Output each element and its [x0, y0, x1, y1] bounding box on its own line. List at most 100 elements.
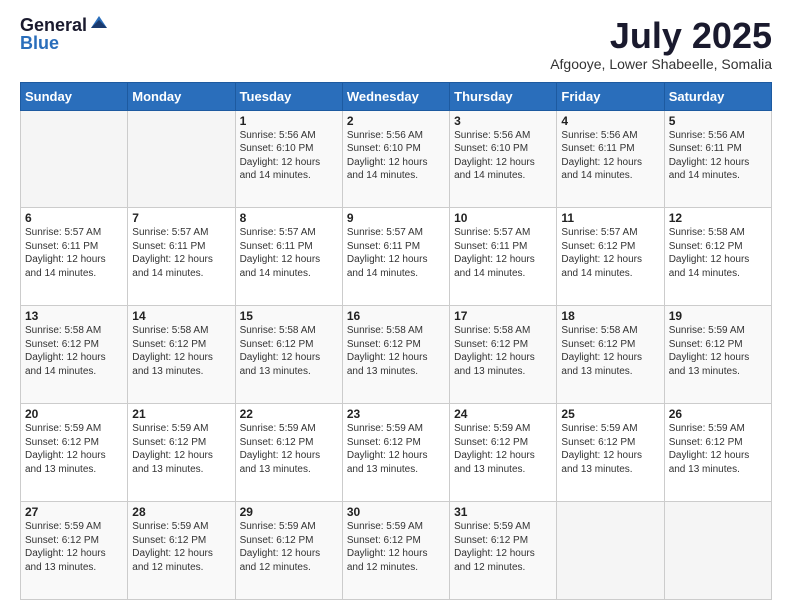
- table-row: 5Sunrise: 5:56 AM Sunset: 6:11 PM Daylig…: [664, 110, 771, 208]
- day-info: Sunrise: 5:57 AM Sunset: 6:11 PM Dayligh…: [25, 226, 123, 280]
- table-row: 7Sunrise: 5:57 AM Sunset: 6:11 PM Daylig…: [128, 208, 235, 306]
- day-info: Sunrise: 5:59 AM Sunset: 6:12 PM Dayligh…: [347, 520, 445, 574]
- day-info: Sunrise: 5:56 AM Sunset: 6:11 PM Dayligh…: [669, 129, 767, 183]
- table-row: 1Sunrise: 5:56 AM Sunset: 6:10 PM Daylig…: [235, 110, 342, 208]
- logo-general-text: General: [20, 16, 87, 34]
- header-friday: Friday: [557, 82, 664, 110]
- table-row: 26Sunrise: 5:59 AM Sunset: 6:12 PM Dayli…: [664, 404, 771, 502]
- day-number: 12: [669, 211, 767, 225]
- day-info: Sunrise: 5:59 AM Sunset: 6:12 PM Dayligh…: [454, 422, 552, 476]
- day-number: 18: [561, 309, 659, 323]
- day-number: 24: [454, 407, 552, 421]
- day-info: Sunrise: 5:59 AM Sunset: 6:12 PM Dayligh…: [561, 422, 659, 476]
- table-row: 23Sunrise: 5:59 AM Sunset: 6:12 PM Dayli…: [342, 404, 449, 502]
- day-number: 26: [669, 407, 767, 421]
- table-row: 16Sunrise: 5:58 AM Sunset: 6:12 PM Dayli…: [342, 306, 449, 404]
- table-row: 12Sunrise: 5:58 AM Sunset: 6:12 PM Dayli…: [664, 208, 771, 306]
- day-number: 19: [669, 309, 767, 323]
- day-number: 11: [561, 211, 659, 225]
- day-info: Sunrise: 5:56 AM Sunset: 6:11 PM Dayligh…: [561, 129, 659, 183]
- day-info: Sunrise: 5:58 AM Sunset: 6:12 PM Dayligh…: [561, 324, 659, 378]
- table-row: 9Sunrise: 5:57 AM Sunset: 6:11 PM Daylig…: [342, 208, 449, 306]
- table-row: 13Sunrise: 5:58 AM Sunset: 6:12 PM Dayli…: [21, 306, 128, 404]
- day-info: Sunrise: 5:56 AM Sunset: 6:10 PM Dayligh…: [347, 129, 445, 183]
- day-number: 13: [25, 309, 123, 323]
- day-info: Sunrise: 5:57 AM Sunset: 6:11 PM Dayligh…: [132, 226, 230, 280]
- calendar-week-row: 27Sunrise: 5:59 AM Sunset: 6:12 PM Dayli…: [21, 502, 772, 600]
- location: Afgooye, Lower Shabeelle, Somalia: [550, 56, 772, 72]
- calendar-header-row: Sunday Monday Tuesday Wednesday Thursday…: [21, 82, 772, 110]
- header-thursday: Thursday: [450, 82, 557, 110]
- header-sunday: Sunday: [21, 82, 128, 110]
- logo-blue-text: Blue: [20, 34, 87, 52]
- table-row: 3Sunrise: 5:56 AM Sunset: 6:10 PM Daylig…: [450, 110, 557, 208]
- table-row: 4Sunrise: 5:56 AM Sunset: 6:11 PM Daylig…: [557, 110, 664, 208]
- calendar-week-row: 20Sunrise: 5:59 AM Sunset: 6:12 PM Dayli…: [21, 404, 772, 502]
- table-row: 24Sunrise: 5:59 AM Sunset: 6:12 PM Dayli…: [450, 404, 557, 502]
- header: General Blue July 2025 Afgooye, Lower Sh…: [20, 16, 772, 72]
- header-tuesday: Tuesday: [235, 82, 342, 110]
- day-number: 22: [240, 407, 338, 421]
- day-info: Sunrise: 5:57 AM Sunset: 6:11 PM Dayligh…: [240, 226, 338, 280]
- day-number: 23: [347, 407, 445, 421]
- day-number: 15: [240, 309, 338, 323]
- day-number: 21: [132, 407, 230, 421]
- table-row: 28Sunrise: 5:59 AM Sunset: 6:12 PM Dayli…: [128, 502, 235, 600]
- day-number: 25: [561, 407, 659, 421]
- day-number: 8: [240, 211, 338, 225]
- table-row: 10Sunrise: 5:57 AM Sunset: 6:11 PM Dayli…: [450, 208, 557, 306]
- day-info: Sunrise: 5:59 AM Sunset: 6:12 PM Dayligh…: [132, 422, 230, 476]
- table-row: 29Sunrise: 5:59 AM Sunset: 6:12 PM Dayli…: [235, 502, 342, 600]
- day-info: Sunrise: 5:58 AM Sunset: 6:12 PM Dayligh…: [132, 324, 230, 378]
- table-row: 6Sunrise: 5:57 AM Sunset: 6:11 PM Daylig…: [21, 208, 128, 306]
- day-info: Sunrise: 5:58 AM Sunset: 6:12 PM Dayligh…: [240, 324, 338, 378]
- day-info: Sunrise: 5:57 AM Sunset: 6:11 PM Dayligh…: [347, 226, 445, 280]
- calendar-week-row: 6Sunrise: 5:57 AM Sunset: 6:11 PM Daylig…: [21, 208, 772, 306]
- day-info: Sunrise: 5:59 AM Sunset: 6:12 PM Dayligh…: [25, 422, 123, 476]
- day-number: 29: [240, 505, 338, 519]
- day-info: Sunrise: 5:56 AM Sunset: 6:10 PM Dayligh…: [454, 129, 552, 183]
- day-info: Sunrise: 5:58 AM Sunset: 6:12 PM Dayligh…: [669, 226, 767, 280]
- day-info: Sunrise: 5:59 AM Sunset: 6:12 PM Dayligh…: [25, 520, 123, 574]
- day-info: Sunrise: 5:58 AM Sunset: 6:12 PM Dayligh…: [25, 324, 123, 378]
- table-row: [21, 110, 128, 208]
- header-saturday: Saturday: [664, 82, 771, 110]
- logo-icon: [89, 14, 109, 34]
- day-number: 17: [454, 309, 552, 323]
- month-title: July 2025: [550, 16, 772, 56]
- day-number: 2: [347, 114, 445, 128]
- day-info: Sunrise: 5:59 AM Sunset: 6:12 PM Dayligh…: [240, 422, 338, 476]
- table-row: 14Sunrise: 5:58 AM Sunset: 6:12 PM Dayli…: [128, 306, 235, 404]
- day-info: Sunrise: 5:58 AM Sunset: 6:12 PM Dayligh…: [347, 324, 445, 378]
- day-info: Sunrise: 5:59 AM Sunset: 6:12 PM Dayligh…: [347, 422, 445, 476]
- day-info: Sunrise: 5:59 AM Sunset: 6:12 PM Dayligh…: [132, 520, 230, 574]
- table-row: 22Sunrise: 5:59 AM Sunset: 6:12 PM Dayli…: [235, 404, 342, 502]
- day-info: Sunrise: 5:57 AM Sunset: 6:11 PM Dayligh…: [454, 226, 552, 280]
- day-info: Sunrise: 5:56 AM Sunset: 6:10 PM Dayligh…: [240, 129, 338, 183]
- calendar-week-row: 1Sunrise: 5:56 AM Sunset: 6:10 PM Daylig…: [21, 110, 772, 208]
- table-row: 25Sunrise: 5:59 AM Sunset: 6:12 PM Dayli…: [557, 404, 664, 502]
- table-row: [664, 502, 771, 600]
- day-info: Sunrise: 5:58 AM Sunset: 6:12 PM Dayligh…: [454, 324, 552, 378]
- day-number: 20: [25, 407, 123, 421]
- day-info: Sunrise: 5:59 AM Sunset: 6:12 PM Dayligh…: [454, 520, 552, 574]
- day-info: Sunrise: 5:57 AM Sunset: 6:12 PM Dayligh…: [561, 226, 659, 280]
- header-monday: Monday: [128, 82, 235, 110]
- table-row: 11Sunrise: 5:57 AM Sunset: 6:12 PM Dayli…: [557, 208, 664, 306]
- day-number: 1: [240, 114, 338, 128]
- day-number: 16: [347, 309, 445, 323]
- table-row: 18Sunrise: 5:58 AM Sunset: 6:12 PM Dayli…: [557, 306, 664, 404]
- table-row: [128, 110, 235, 208]
- day-number: 9: [347, 211, 445, 225]
- table-row: 8Sunrise: 5:57 AM Sunset: 6:11 PM Daylig…: [235, 208, 342, 306]
- day-number: 14: [132, 309, 230, 323]
- table-row: 2Sunrise: 5:56 AM Sunset: 6:10 PM Daylig…: [342, 110, 449, 208]
- day-number: 10: [454, 211, 552, 225]
- table-row: 19Sunrise: 5:59 AM Sunset: 6:12 PM Dayli…: [664, 306, 771, 404]
- calendar-table: Sunday Monday Tuesday Wednesday Thursday…: [20, 82, 772, 600]
- page: General Blue July 2025 Afgooye, Lower Sh…: [0, 0, 792, 612]
- table-row: 27Sunrise: 5:59 AM Sunset: 6:12 PM Dayli…: [21, 502, 128, 600]
- calendar-week-row: 13Sunrise: 5:58 AM Sunset: 6:12 PM Dayli…: [21, 306, 772, 404]
- day-number: 27: [25, 505, 123, 519]
- header-wednesday: Wednesday: [342, 82, 449, 110]
